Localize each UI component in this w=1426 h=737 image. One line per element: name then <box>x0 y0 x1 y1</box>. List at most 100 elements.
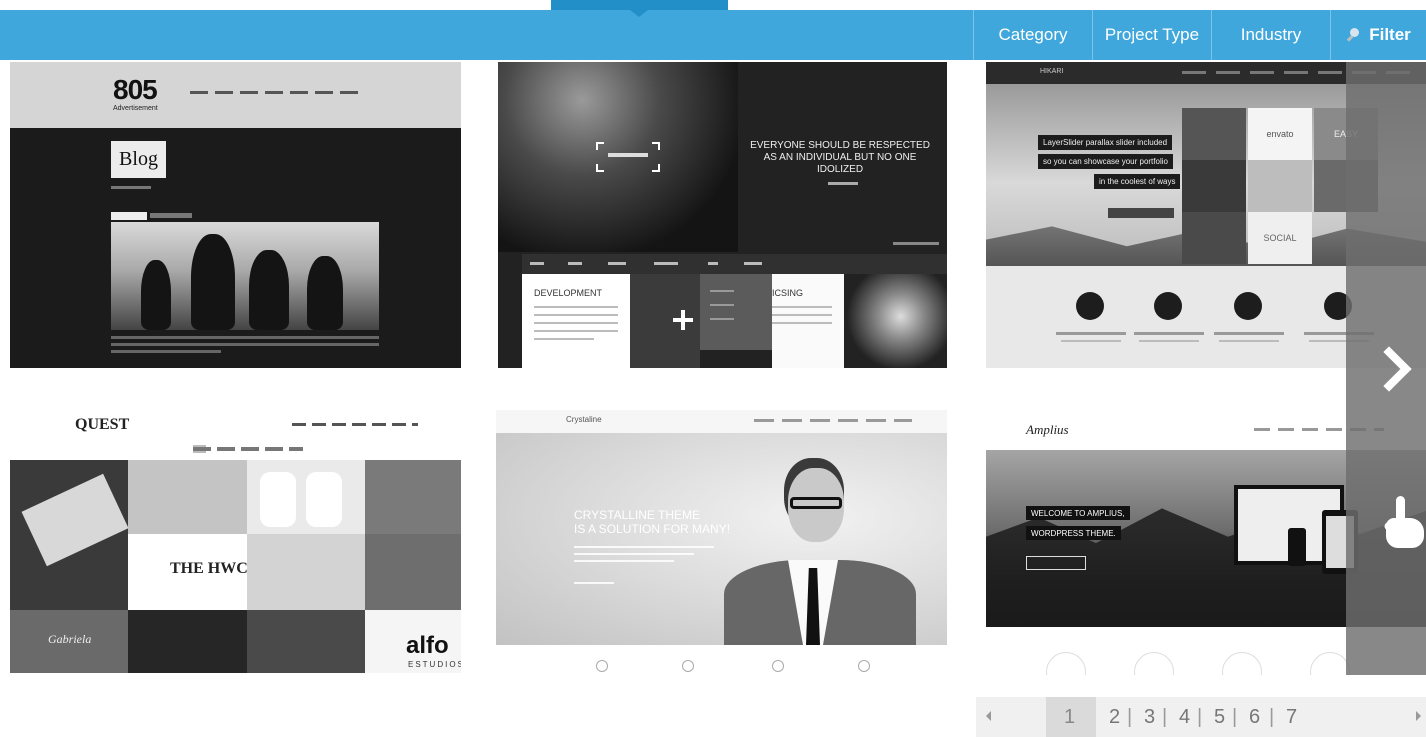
thumb-quest-cell <box>128 460 247 534</box>
filter-menu: Category Project Type Industry Filter <box>973 10 1426 60</box>
pagination-page-3[interactable]: 3 <box>1144 706 1155 729</box>
pagination-separator: | <box>1127 706 1133 728</box>
thumb-805-excerpt-line <box>111 343 379 346</box>
hand-pointer-icon <box>1382 496 1426 550</box>
thumb-805-page-title: Blog <box>111 141 166 178</box>
thumb-quest-logo: QUEST <box>75 416 130 433</box>
thumb-amplius-line-2: WORDPRESS THEME. <box>1026 526 1121 540</box>
feature-icon <box>1310 652 1350 675</box>
thumb-hikari-line-1: LayerSlider parallax slider included <box>1038 135 1173 150</box>
thumb-805-header <box>10 62 461 128</box>
pagination-page-5[interactable]: 5 <box>1214 706 1225 729</box>
pagination-page-2[interactable]: 2 <box>1109 706 1120 729</box>
thumb-amplius-cta <box>1026 556 1086 570</box>
star-icon <box>1076 292 1104 320</box>
thumb-quest-mark-gabriela: Gabriela <box>48 632 92 646</box>
gauge-icon <box>1154 292 1182 320</box>
thumb-quest-mark-hwc: THE HWC <box>170 560 248 577</box>
feature-icon <box>858 660 870 672</box>
thumb-hikari-line-2: so you can showcase your portfolio <box>1038 154 1173 169</box>
pagination-page-1[interactable]: 1 <box>1064 706 1075 729</box>
thumb-crystaline-header: Crystaline <box>496 410 947 433</box>
thumb-hikari-tile <box>1182 108 1246 160</box>
feature-icon <box>1046 652 1086 675</box>
thumb-crystaline-headline-2: IS A SOLUTION FOR MANY! <box>574 522 731 536</box>
portfolio-thumb-quest[interactable]: QUEST THE HWC Gabriela alfo ESTUDIOS <box>10 410 461 673</box>
thumb-suspense-lic-title: ICSING <box>772 288 804 298</box>
feature-icon <box>1134 652 1174 675</box>
magnifier-icon <box>1346 27 1361 43</box>
pagination: 1 2 | 3 | 4 | 5 | 6 | 7 <box>976 697 1426 737</box>
filter-industry[interactable]: Industry <box>1211 10 1330 60</box>
pagination-separator: | <box>1162 706 1168 728</box>
thumb-quest-cell <box>365 460 461 534</box>
thumb-suspense-quote-author <box>828 182 858 185</box>
thumb-suspense-quote: EVERYONE SHOULD BE RESPECTED AS AN INDIV… <box>750 140 930 175</box>
thumb-hikari-tile <box>1182 160 1246 212</box>
thumb-805-breadcrumb <box>111 186 151 189</box>
thumb-suspense-navbar <box>522 254 947 274</box>
thumb-amplius-logo: Amplius <box>1026 422 1069 437</box>
thumb-crystaline-logo: Crystaline <box>566 415 602 424</box>
thumb-hikari-tile <box>1182 212 1246 264</box>
pagination-page-6[interactable]: 6 <box>1249 706 1260 729</box>
thumb-hikari-brand: HIKARI <box>1040 68 1064 75</box>
thumb-suspense-dev-title: DEVELOPMENT <box>534 288 603 298</box>
thumb-quest-filter-bar <box>193 447 303 451</box>
thumb-hikari-tile <box>1248 160 1312 212</box>
thumb-805-excerpt-line <box>111 336 379 339</box>
portfolio-thumb-805[interactable]: 805 Advertisement Blog <box>10 62 461 368</box>
thumb-suspense-slider-dots <box>893 242 939 245</box>
feature-icon <box>772 660 784 672</box>
thumb-805-date-badge <box>111 212 147 220</box>
thumb-805-nav <box>190 91 358 94</box>
pagination-prev-button[interactable] <box>986 711 991 721</box>
pagination-page-4[interactable]: 4 <box>1179 706 1190 729</box>
thumb-quest-mark-alfo-sub: ESTUDIOS <box>408 660 461 669</box>
active-tab-indicator <box>551 0 728 10</box>
filter-project-type[interactable]: Project Type <box>1092 10 1211 60</box>
thumb-quest-bottle <box>306 472 342 527</box>
thumb-amplius-line-1: WELCOME TO AMPLIUS, <box>1026 506 1130 520</box>
glasses-icon <box>790 497 842 509</box>
thumb-805-logo-sub: Advertisement <box>113 105 158 112</box>
thumb-crystaline-headline-1: CRYSTALLINE THEME <box>574 508 701 522</box>
top-filter-bar: Category Project Type Industry Filter <box>0 10 1426 60</box>
thumb-suspense-frame <box>596 142 660 172</box>
thumb-quest-cell <box>128 610 247 673</box>
pagination-separator: | <box>1197 706 1203 728</box>
portfolio-thumb-crystaline[interactable]: Crystaline CRYSTALLINE THEME IS A SOLUTI… <box>496 410 947 675</box>
feature-icon <box>1222 652 1262 675</box>
plus-icon <box>673 310 693 330</box>
thumb-quest-mark-alfo: alfo <box>406 632 449 659</box>
thumb-suspense-hero <box>498 62 738 252</box>
thumb-crystaline-nav <box>754 419 912 422</box>
pagination-separator: | <box>1269 706 1275 728</box>
filter-button[interactable]: Filter <box>1330 10 1426 60</box>
thumb-quest-cell <box>247 610 365 673</box>
thumb-suspense-licensing: ICSING <box>772 274 844 368</box>
tablet-icon <box>1234 292 1262 320</box>
thumb-805-post-image <box>111 222 379 330</box>
feature-icon <box>596 660 608 672</box>
pagination-separator: | <box>1232 706 1238 728</box>
thumb-suspense-development: DEVELOPMENT <box>522 274 630 368</box>
pagination-next-button[interactable] <box>1416 711 1421 721</box>
active-tab-notch <box>630 10 648 17</box>
thumb-805-post-title <box>150 213 192 218</box>
thumb-suspense-photo <box>844 274 947 368</box>
filter-category[interactable]: Category <box>973 10 1092 60</box>
filter-button-label: Filter <box>1369 25 1411 44</box>
thumb-crystaline-headline: CRYSTALLINE THEME IS A SOLUTION FOR MANY… <box>574 508 730 536</box>
portfolio-thumb-suspense[interactable]: EVERYONE SHOULD BE RESPECTED AS AN INDIV… <box>498 62 947 368</box>
pagination-page-7[interactable]: 7 <box>1286 706 1297 729</box>
thumb-quest-cell <box>247 534 365 610</box>
thumb-805-logo: 805 <box>113 74 158 105</box>
thumb-crystaline-footer <box>496 645 947 675</box>
chevron-right-icon[interactable] <box>1373 345 1409 397</box>
thumb-quest-header: QUEST <box>10 410 461 438</box>
thumb-hikari-cta <box>1108 208 1174 218</box>
thumb-quest-nav <box>292 423 418 426</box>
thumb-805-excerpt-line <box>111 350 221 353</box>
thumb-hikari-tile-social: SOCIAL <box>1248 212 1312 264</box>
